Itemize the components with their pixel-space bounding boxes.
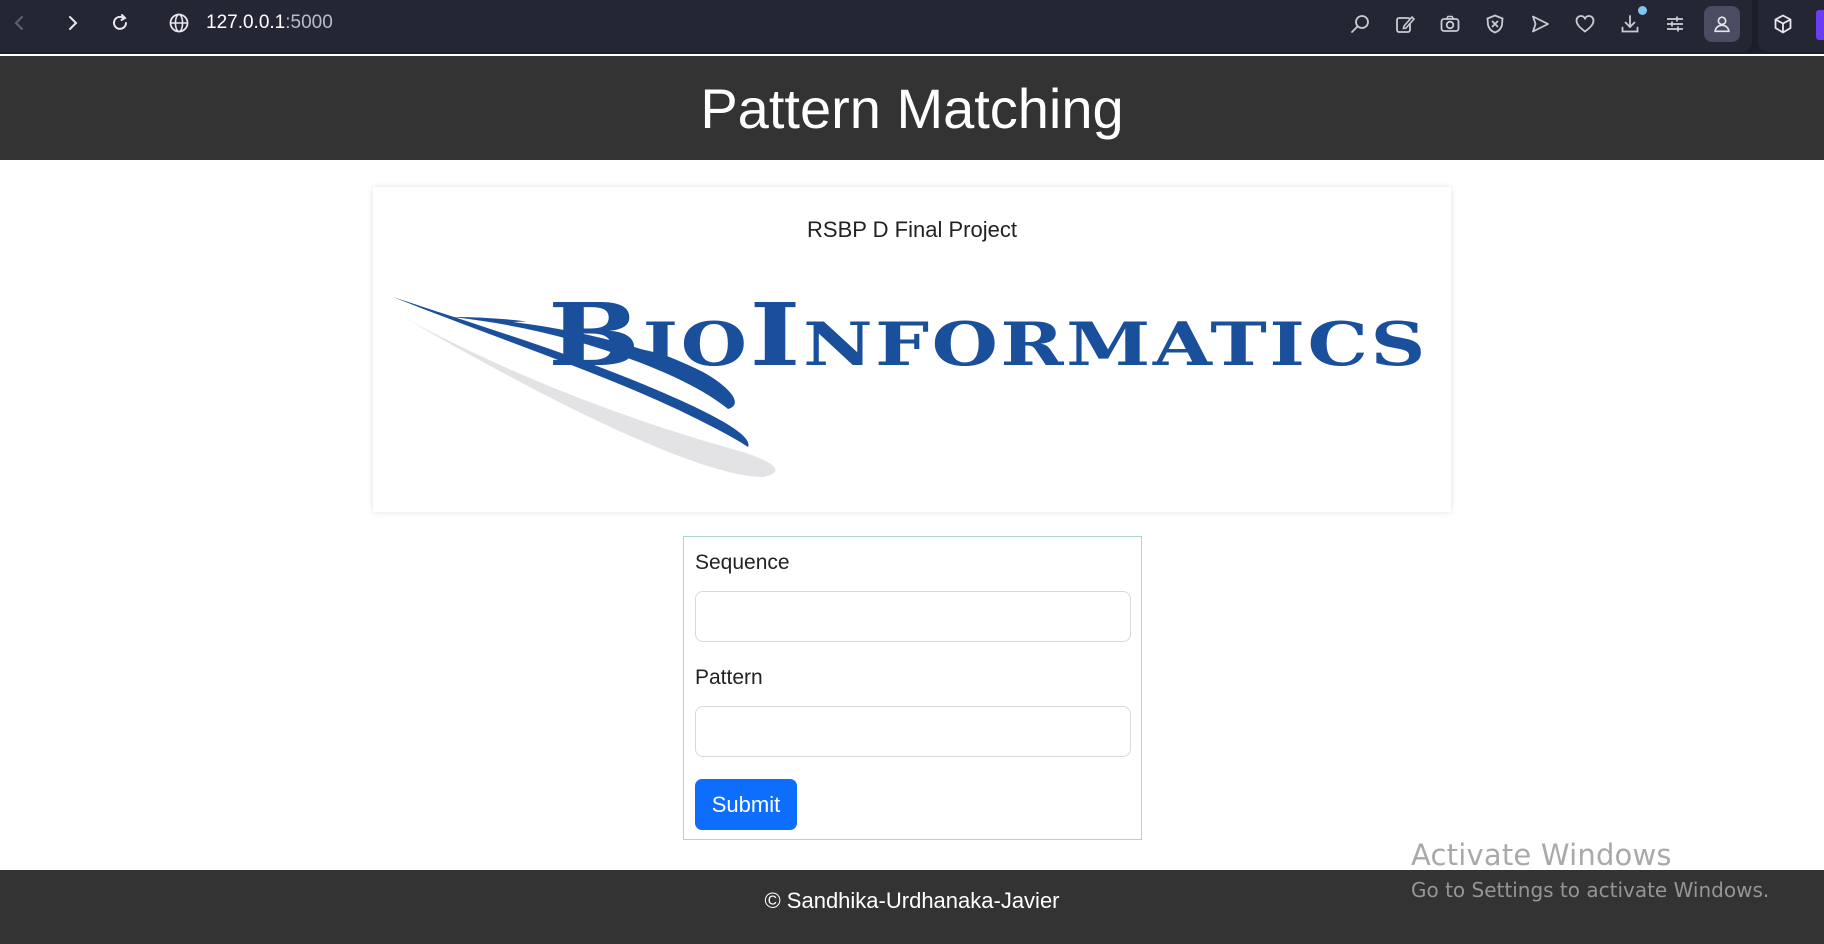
pattern-label: Pattern: [695, 666, 763, 689]
extensions-area: [1758, 0, 1824, 52]
pattern-input[interactable]: [695, 706, 1131, 757]
browser-toolbar: 127.0.0.1:5000: [0, 0, 1752, 52]
globe-icon: [169, 13, 189, 33]
intro-card: RSBP D Final Project BioInformatics: [373, 187, 1451, 512]
pattern-form: Sequence Pattern Submit: [683, 536, 1142, 840]
zoom-icon[interactable]: [1346, 10, 1374, 38]
url-host: 127.0.0.1: [206, 12, 286, 33]
page-header: Pattern Matching: [0, 56, 1824, 160]
sidebar-accent: [1816, 10, 1824, 40]
cube-icon[interactable]: [1769, 10, 1797, 38]
settings-icon[interactable]: [1661, 10, 1689, 38]
back-icon[interactable]: [6, 10, 32, 36]
forward-icon[interactable]: [60, 10, 86, 36]
download-badge: [1638, 6, 1647, 15]
camera-icon[interactable]: [1436, 10, 1464, 38]
browser-chrome: 127.0.0.1:5000: [0, 0, 1824, 54]
shield-icon[interactable]: [1481, 10, 1509, 38]
watermark-subtitle: Go to Settings to activate Windows.: [1411, 878, 1770, 902]
sequence-label: Sequence: [695, 551, 790, 574]
page-title: Pattern Matching: [700, 76, 1124, 140]
heart-icon[interactable]: [1571, 10, 1599, 38]
url-port: :5000: [285, 12, 333, 33]
project-subtitle: RSBP D Final Project: [807, 217, 1017, 242]
submit-button[interactable]: Submit: [695, 779, 797, 830]
address-bar[interactable]: 127.0.0.1:5000: [168, 10, 333, 36]
profile-icon[interactable]: [1704, 6, 1740, 42]
edit-icon[interactable]: [1391, 10, 1419, 38]
logo-wordmark: BioInformatics: [548, 285, 1428, 386]
reload-icon[interactable]: [107, 10, 133, 36]
bioinformatics-logo: BioInformatics: [393, 285, 1428, 477]
windows-watermark: Activate Windows Go to Settings to activ…: [1411, 838, 1769, 902]
watermark-title: Activate Windows: [1411, 838, 1672, 872]
send-icon[interactable]: [1526, 10, 1554, 38]
sequence-input[interactable]: [695, 591, 1131, 642]
